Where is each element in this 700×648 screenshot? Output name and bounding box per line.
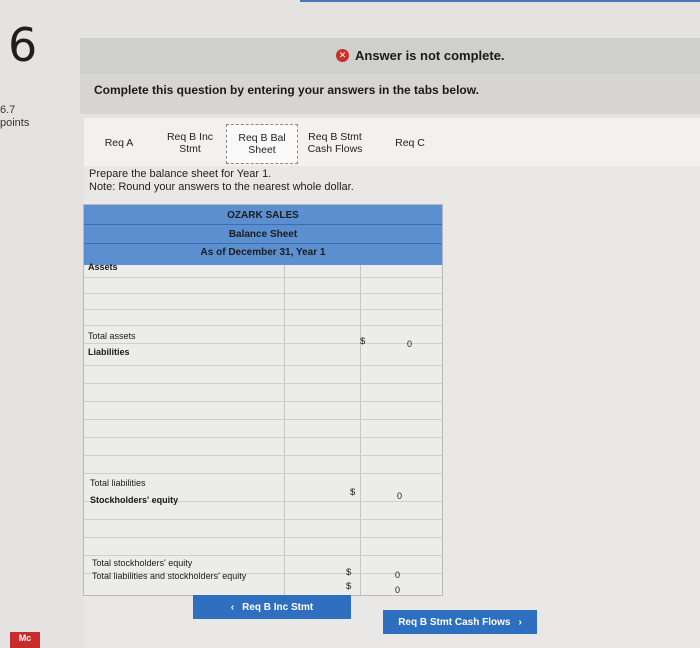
balance-sheet-header: OZARK SALES Balance Sheet As of December…: [84, 205, 442, 265]
row-line: [84, 343, 442, 344]
row-line: [84, 455, 442, 456]
total-le-value: 0: [394, 585, 400, 595]
tab-label: Req B Stmt Cash Flows: [307, 131, 363, 155]
prev-button-label: Req B Inc Stmt: [242, 601, 314, 613]
total-liabilities-label: Total liabilities: [90, 478, 146, 488]
row-line: [84, 325, 442, 326]
statement-title: Balance Sheet: [228, 229, 298, 240]
tab-req-a[interactable]: Req A: [90, 124, 148, 162]
liability-input-row[interactable]: [84, 384, 442, 400]
points-value: 6.7: [0, 104, 16, 116]
tab-req-c[interactable]: Req C: [380, 124, 440, 162]
statement-date: As of December 31, Year 1: [200, 247, 326, 258]
x-circle-icon: ✕: [336, 49, 349, 62]
total-equity-currency: $: [346, 567, 352, 578]
total-assets-value: 0: [406, 339, 412, 349]
balance-sheet-table: OZARK SALES Balance Sheet As of December…: [83, 204, 443, 596]
total-le-currency: $: [346, 581, 352, 592]
tab-req-b-inc-stmt[interactable]: Req B Inc Stmt: [158, 124, 222, 162]
header-divider: [84, 243, 442, 244]
equity-input-row[interactable]: [84, 520, 442, 536]
next-button-label: Req B Stmt Cash Flows: [398, 616, 511, 628]
question-number: 6: [8, 18, 38, 72]
mcgraw-hill-logo: Mc: [10, 632, 40, 648]
answer-status-text: Answer is not complete.: [355, 48, 505, 63]
prompt-line-1: Prepare the balance sheet for Year 1.: [89, 168, 272, 180]
total-liabilities-value: 0: [396, 491, 402, 501]
total-assets-label: Total assets: [88, 331, 136, 341]
liability-input-row[interactable]: [84, 402, 442, 418]
liability-input-row[interactable]: [84, 366, 442, 382]
answer-status: ✕ Answer is not complete.: [336, 48, 505, 63]
chevron-left-icon: ‹: [230, 601, 235, 613]
row-line: [84, 473, 442, 474]
tab-label: Req B Bal Sheet: [238, 132, 286, 156]
tab-req-b-stmt-cash-flows[interactable]: Req B Stmt Cash Flows: [300, 124, 370, 162]
instructions-text: Complete this question by entering your …: [94, 83, 479, 97]
total-liabilities-currency: $: [350, 487, 356, 498]
requirement-tabs: Req A Req B Inc Stmt Req B Bal Sheet Req…: [84, 118, 700, 167]
asset-input-row[interactable]: [84, 310, 442, 324]
points-info: 6.7 points: [0, 104, 29, 130]
header-divider: [84, 224, 442, 225]
assets-heading: Assets: [88, 262, 118, 272]
equity-heading: Stockholders' equity: [90, 495, 179, 505]
asset-input-row[interactable]: [84, 278, 442, 292]
tab-label: Req B Inc Stmt: [166, 131, 214, 155]
points-label: points: [0, 117, 30, 129]
tab-label: Req C: [395, 137, 425, 149]
chevron-right-icon: ›: [518, 616, 522, 628]
liability-input-row[interactable]: [84, 420, 442, 436]
liabilities-heading: Liabilities: [88, 347, 130, 357]
next-button[interactable]: Req B Stmt Cash Flows ›: [383, 610, 537, 634]
top-accent-line: [300, 0, 700, 2]
tab-label: Req A: [104, 137, 134, 149]
total-liabilities-and-equity-label: Total liabilities and stockholders' equi…: [92, 571, 247, 581]
company-name: OZARK SALES: [227, 210, 299, 221]
tab-req-b-bal-sheet[interactable]: Req B Bal Sheet: [226, 124, 298, 164]
asset-input-row[interactable]: [84, 294, 442, 308]
row-line: [84, 555, 442, 556]
total-assets-currency: $: [360, 336, 366, 347]
liability-input-row[interactable]: [84, 438, 442, 454]
prompt-line-2: Note: Round your answers to the nearest …: [89, 181, 354, 193]
total-equity-label: Total stockholders' equity: [92, 558, 193, 568]
total-equity-value: 0: [394, 570, 400, 580]
prev-button[interactable]: ‹ Req B Inc Stmt: [193, 595, 351, 619]
equity-input-row[interactable]: [84, 538, 442, 554]
prompt: Prepare the balance sheet for Year 1. No…: [89, 168, 354, 194]
